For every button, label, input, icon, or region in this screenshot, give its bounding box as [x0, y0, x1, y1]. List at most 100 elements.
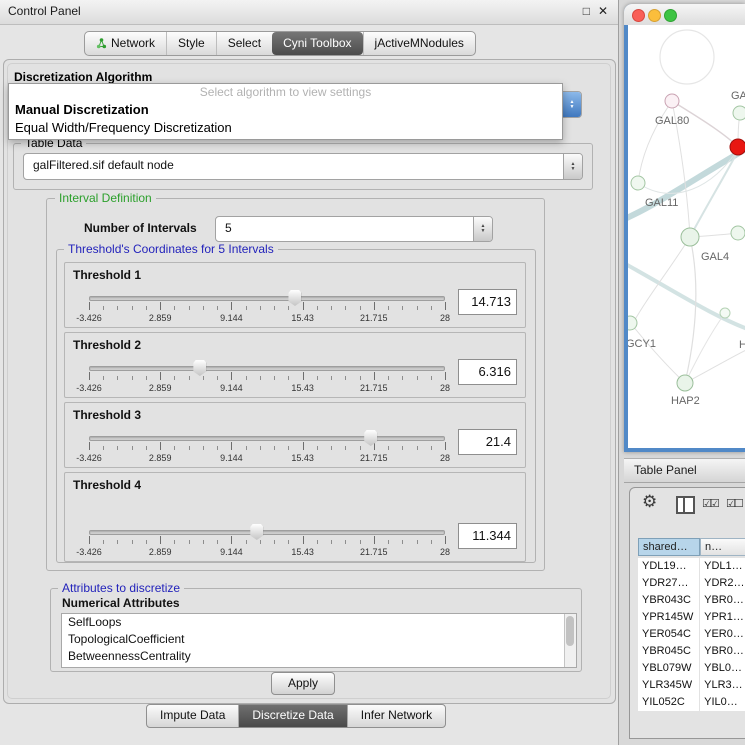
- table-cell[interactable]: YIL052C: [638, 694, 700, 711]
- combobox-stepper-icon[interactable]: ▲▼: [562, 92, 581, 117]
- attribute-item-betweennesscentrality[interactable]: BetweennessCentrality: [62, 648, 576, 665]
- checkbox-pair-icon[interactable]: ☑☑: [702, 497, 718, 510]
- slider-track[interactable]: [89, 296, 445, 301]
- close-icon[interactable]: ✕: [598, 4, 608, 18]
- combobox-stepper-icon[interactable]: ▲▼: [563, 154, 582, 179]
- threshold-slider[interactable]: -3.4262.8599.14415.4321.71528: [89, 333, 445, 397]
- gear-icon[interactable]: ⚙: [642, 492, 657, 512]
- threshold-slider[interactable]: -3.4262.8599.14415.4321.71528: [89, 403, 445, 467]
- table-cell[interactable]: YLR3…: [700, 677, 745, 694]
- network-node[interactable]: [665, 94, 679, 108]
- column-header[interactable]: n…: [700, 538, 745, 556]
- network-node[interactable]: [733, 106, 745, 120]
- table-cell[interactable]: YBR0…: [700, 643, 745, 660]
- threshold-value-field[interactable]: 6.316: [458, 359, 517, 385]
- network-edge[interactable]: [632, 237, 690, 325]
- tab-label: Network: [111, 33, 155, 54]
- threshold-value-field[interactable]: 11.344: [458, 523, 517, 549]
- bottom-tab-infer-network[interactable]: Infer Network: [347, 705, 445, 727]
- network-edge[interactable]: [638, 101, 672, 183]
- table-cell[interactable]: YIL0…: [700, 694, 745, 711]
- numerical-attributes-label: Numerical Attributes: [62, 596, 180, 610]
- table-row[interactable]: YIL052CYIL0…: [638, 694, 745, 711]
- network-node-label: GA: [731, 90, 745, 102]
- bottom-tab-discretize-data[interactable]: Discretize Data: [238, 705, 346, 727]
- table-data-combobox[interactable]: galFiltered.sif default node ▲▼: [23, 153, 583, 180]
- table-cell[interactable]: YPR1…: [700, 609, 745, 626]
- table-row[interactable]: YDR27…YDR2…: [638, 575, 745, 592]
- table-row[interactable]: YDL19…YDL1…: [638, 558, 745, 575]
- table-cell[interactable]: YBR045C: [638, 643, 700, 660]
- attributes-scrollbar[interactable]: [564, 614, 576, 667]
- threshold-value-field[interactable]: 14.713: [458, 289, 517, 315]
- attribute-item-topologicalcoefficient[interactable]: TopologicalCoefficient: [62, 631, 576, 648]
- network-node[interactable]: [628, 316, 637, 330]
- table-cell[interactable]: YDL1…: [700, 558, 745, 575]
- table-cell[interactable]: YBR043C: [638, 592, 700, 609]
- network-edge[interactable]: [632, 325, 685, 383]
- network-canvas[interactable]: GAL80GAGAL11GAL4GCY1HAP2H: [628, 25, 745, 448]
- network-node[interactable]: [677, 375, 693, 391]
- tab-jactivemnodules[interactable]: jActiveMNodules: [363, 32, 475, 55]
- table-cell[interactable]: YBL079W: [638, 660, 700, 677]
- threshold-value-field[interactable]: 21.4: [458, 429, 517, 455]
- table-cell[interactable]: YER0…: [700, 626, 745, 643]
- network-edge[interactable]: [628, 261, 745, 331]
- network-node[interactable]: [731, 226, 745, 240]
- tab-label: Style: [178, 33, 205, 54]
- float-window-icon[interactable]: □: [583, 4, 590, 18]
- threshold-slider[interactable]: -3.4262.8599.14415.4321.71528: [89, 263, 445, 327]
- threshold-panel-3: Threshold 3-3.4262.8599.14415.4321.71528…: [64, 402, 526, 468]
- apply-button[interactable]: Apply: [271, 672, 335, 695]
- network-node-label: H: [739, 339, 745, 351]
- table-row[interactable]: YER054CYER0…: [638, 626, 745, 643]
- table-columns-icon[interactable]: [676, 496, 695, 514]
- table-cell[interactable]: YDL19…: [638, 558, 700, 575]
- network-edge[interactable]: [690, 151, 738, 237]
- network-node[interactable]: [720, 308, 730, 318]
- checkbox-function-icon[interactable]: ☑☐: [726, 497, 742, 510]
- table-row[interactable]: YBR045CYBR0…: [638, 643, 745, 660]
- table-row[interactable]: YBL079WYBL0…: [638, 660, 745, 677]
- network-node[interactable]: [681, 228, 699, 246]
- network-node[interactable]: [631, 176, 645, 190]
- network-node[interactable]: [730, 139, 745, 155]
- algorithm-option-equal-width-frequency-discretization[interactable]: Equal Width/Frequency Discretization: [9, 119, 562, 137]
- threshold-slider[interactable]: -3.4262.8599.14415.4321.71528: [89, 473, 445, 561]
- network-edge[interactable]: [685, 237, 696, 383]
- tab-label: jActiveMNodules: [375, 33, 464, 54]
- number-of-intervals-combobox[interactable]: 5 ▲▼: [215, 216, 493, 242]
- column-header[interactable]: shared…: [638, 538, 700, 556]
- table-row[interactable]: YLR345WYLR3…: [638, 677, 745, 694]
- network-edge[interactable]: [628, 145, 745, 221]
- zoom-traffic-light-icon[interactable]: [664, 9, 677, 22]
- algorithm-option-manual-discretization[interactable]: Manual Discretization: [9, 101, 562, 119]
- network-node-label: GAL80: [655, 115, 689, 127]
- slider-track[interactable]: [89, 530, 445, 535]
- tab-select[interactable]: Select: [216, 32, 272, 55]
- minimize-traffic-light-icon[interactable]: [648, 9, 661, 22]
- table-row[interactable]: YPR145WYPR1…: [638, 609, 745, 626]
- close-traffic-light-icon[interactable]: [632, 9, 645, 22]
- table-row[interactable]: YBR043CYBR0…: [638, 592, 745, 609]
- thresholds-group-label: Threshold's Coordinates for 5 Intervals: [64, 243, 278, 256]
- slider-track[interactable]: [89, 366, 445, 371]
- network-edge[interactable]: [660, 30, 714, 84]
- table-cell[interactable]: YBL0…: [700, 660, 745, 677]
- tab-style[interactable]: Style: [166, 32, 216, 55]
- table-cell[interactable]: YER054C: [638, 626, 700, 643]
- tab-cyni-toolbox[interactable]: Cyni Toolbox: [272, 32, 362, 55]
- attributes-group-label: Attributes to discretize: [58, 582, 184, 595]
- table-cell[interactable]: YDR27…: [638, 575, 700, 592]
- tab-network[interactable]: Network: [85, 32, 166, 55]
- combobox-stepper-icon[interactable]: ▲▼: [473, 217, 492, 241]
- scrollbar-thumb[interactable]: [566, 616, 574, 646]
- table-cell[interactable]: YDR2…: [700, 575, 745, 592]
- bottom-tab-impute-data[interactable]: Impute Data: [147, 705, 238, 727]
- table-cell[interactable]: YPR145W: [638, 609, 700, 626]
- attribute-item-selfloops[interactable]: SelfLoops: [62, 614, 576, 631]
- table-cell[interactable]: YLR345W: [638, 677, 700, 694]
- slider-track[interactable]: [89, 436, 445, 441]
- table-cell[interactable]: YBR0…: [700, 592, 745, 609]
- network-node-label: HAP2: [671, 395, 700, 407]
